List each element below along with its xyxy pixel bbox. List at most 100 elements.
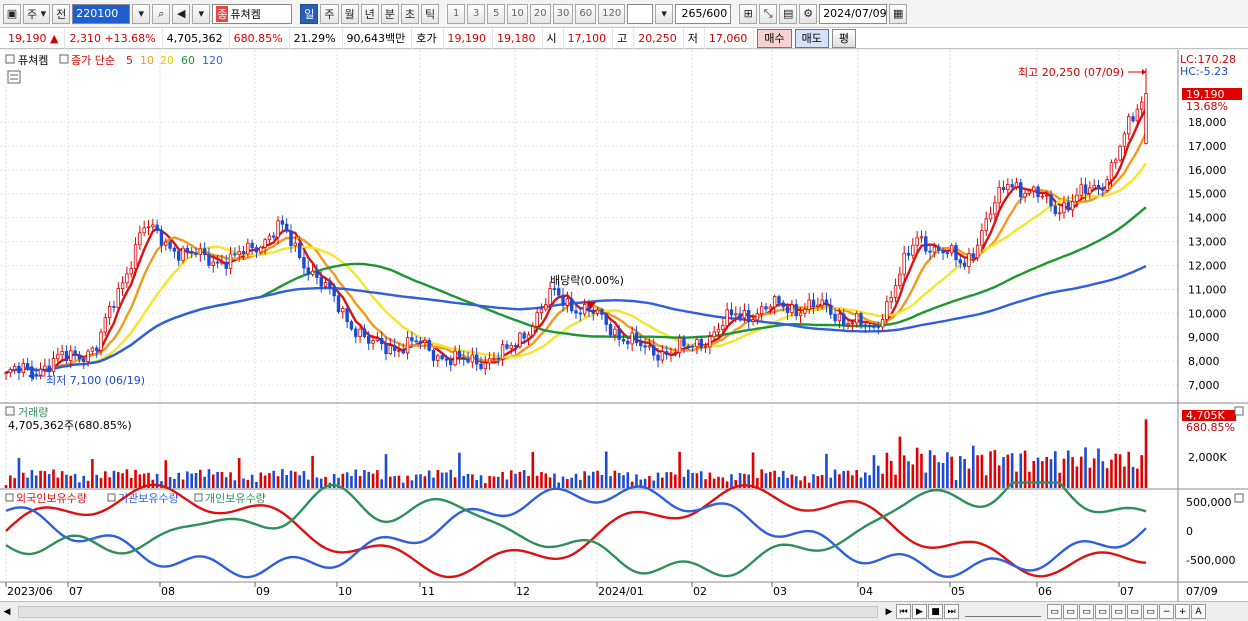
interval-10[interactable]: 10 (507, 3, 528, 24)
volume-bar (311, 455, 314, 488)
save-icon[interactable]: ▤ (779, 3, 798, 24)
layout-2-icon[interactable]: ▭ (1063, 604, 1078, 619)
search-icon[interactable]: ⌕ (152, 3, 171, 24)
volume-bar (760, 469, 763, 488)
nav-dropdown-icon[interactable]: ▾ (192, 3, 211, 24)
tab-year[interactable]: 년 (360, 3, 379, 24)
jump-start-icon[interactable]: ⏮ (896, 604, 911, 619)
candle-body (354, 328, 358, 337)
gear-icon[interactable]: ⚙ (799, 3, 818, 24)
price-change: 2,310 +13.68% (65, 27, 163, 49)
tab-week[interactable]: 주 (320, 3, 339, 24)
candle-body (241, 250, 246, 255)
volume-bar (786, 477, 789, 488)
interval-120[interactable]: 120 (598, 3, 626, 24)
chart-scrollbar[interactable]: ◀ ▶ ⏮ ▶ ■ ⏭ ▭ ▭ ▭ ▭ ▭ ▭ ▭ − + A (0, 601, 1248, 621)
x-axis-label: 08 (161, 585, 175, 598)
individual-box-icon[interactable] (194, 493, 203, 502)
volume-box-icon[interactable] (5, 406, 15, 416)
candle-body (302, 257, 306, 269)
legend-foreign: 외국인보유수량 (16, 492, 87, 505)
eval-button[interactable]: 평 (831, 28, 857, 48)
zoom-slider[interactable] (965, 607, 1041, 617)
volume-bar (233, 480, 237, 488)
holdings-panel-maximize-icon[interactable] (1234, 493, 1244, 503)
candle-body (626, 340, 630, 345)
interval-custom-input[interactable] (627, 3, 654, 24)
interval-dropdown-icon[interactable]: ▾ (655, 3, 674, 24)
candle-body (794, 304, 798, 317)
market-select[interactable]: 주 ▾ (23, 3, 51, 24)
volume-bar (410, 480, 414, 488)
volume-note: 4,705,362주(680.85%) (8, 419, 132, 432)
candle-body (220, 261, 224, 264)
candle-body (993, 202, 997, 215)
volume-bar (717, 476, 720, 488)
candle-body (863, 324, 868, 327)
candle-body (202, 248, 207, 256)
data-count-field[interactable]: 265/600 (675, 3, 732, 24)
tab-minute[interactable]: 분 (380, 3, 399, 24)
stock-code-input[interactable]: 220100 (72, 3, 131, 24)
ma-box-icon[interactable] (59, 54, 69, 64)
candle-body (8, 369, 13, 373)
sell-button[interactable]: 매도 (794, 28, 829, 48)
tab-second[interactable]: 초 (400, 3, 420, 24)
candle-body (1092, 184, 1096, 189)
interval-5[interactable]: 5 (487, 3, 506, 24)
candle-body (47, 365, 51, 372)
volume-bar (445, 472, 448, 488)
interval-30[interactable]: 30 (552, 3, 574, 24)
stock-name-field[interactable]: 종 퓨쳐켐 (212, 3, 293, 24)
volume-bar (1110, 459, 1113, 488)
ma-legend-prefix: 종가 단순 (71, 54, 115, 67)
chart-menu-icon[interactable]: ▣ (3, 3, 21, 24)
volume-bar (91, 459, 94, 488)
buy-button[interactable]: 매수 (757, 28, 792, 48)
scroll-left-icon[interactable]: ◀ (0, 604, 14, 620)
volume-bar (436, 469, 440, 488)
calculator-icon[interactable] (7, 70, 21, 84)
candle-body (436, 355, 440, 361)
candle-body (414, 340, 418, 343)
stop-icon[interactable]: ■ (928, 604, 943, 619)
candle-body (600, 309, 604, 315)
layout-3-icon[interactable]: ▭ (1079, 604, 1094, 619)
layout-4-icon[interactable]: ▭ (1095, 604, 1110, 619)
tab-month[interactable]: 월 (340, 3, 359, 24)
interval-60[interactable]: 60 (575, 3, 597, 24)
jump-end-icon[interactable]: ⏭ (944, 604, 959, 619)
scroll-track[interactable] (18, 605, 878, 618)
indicator-icon[interactable]: ⊞ (739, 3, 758, 24)
zoom-in-icon[interactable]: + (1175, 604, 1190, 619)
layout-1-icon[interactable]: ▭ (1047, 604, 1062, 619)
calendar-icon[interactable]: ▦ (889, 3, 908, 24)
interval-3[interactable]: 3 (467, 3, 486, 24)
institution-box-icon[interactable] (107, 493, 116, 502)
sound-icon[interactable]: ◀ (172, 3, 191, 24)
foreign-box-icon[interactable] (5, 493, 14, 502)
candle-body (526, 334, 531, 339)
interval-20[interactable]: 20 (529, 3, 551, 24)
code-dropdown-icon[interactable]: ▾ (132, 3, 151, 24)
candle-body (1019, 182, 1023, 198)
candle-body (233, 253, 237, 256)
layout-6-icon[interactable]: ▭ (1127, 604, 1142, 619)
font-size-icon[interactable]: A (1191, 604, 1206, 619)
zoom-out-icon[interactable]: − (1159, 604, 1174, 619)
tab-tick[interactable]: 틱 (421, 3, 440, 24)
interval-1[interactable]: 1 (447, 3, 466, 24)
layout-5-icon[interactable]: ▭ (1111, 604, 1126, 619)
scroll-right-icon[interactable]: ▶ (882, 604, 896, 620)
volume-panel-maximize-icon[interactable] (1234, 406, 1244, 416)
panel-box-icon[interactable] (5, 54, 15, 64)
chart-area[interactable]: 퓨쳐켐 종가 단순 5 10 20 60 120 18,000 17,000 16,… (0, 50, 1248, 601)
candle-body (911, 244, 915, 256)
date-input[interactable]: 2024/07/09 (819, 3, 888, 24)
volume-bar (466, 473, 470, 488)
tab-day[interactable]: 일 (300, 3, 319, 24)
play-icon[interactable]: ▶ (912, 604, 927, 619)
draw-tool-icon[interactable]: ⤡ (759, 3, 778, 24)
prev-button[interactable]: 전 (52, 3, 71, 24)
layout-7-icon[interactable]: ▭ (1143, 604, 1158, 619)
